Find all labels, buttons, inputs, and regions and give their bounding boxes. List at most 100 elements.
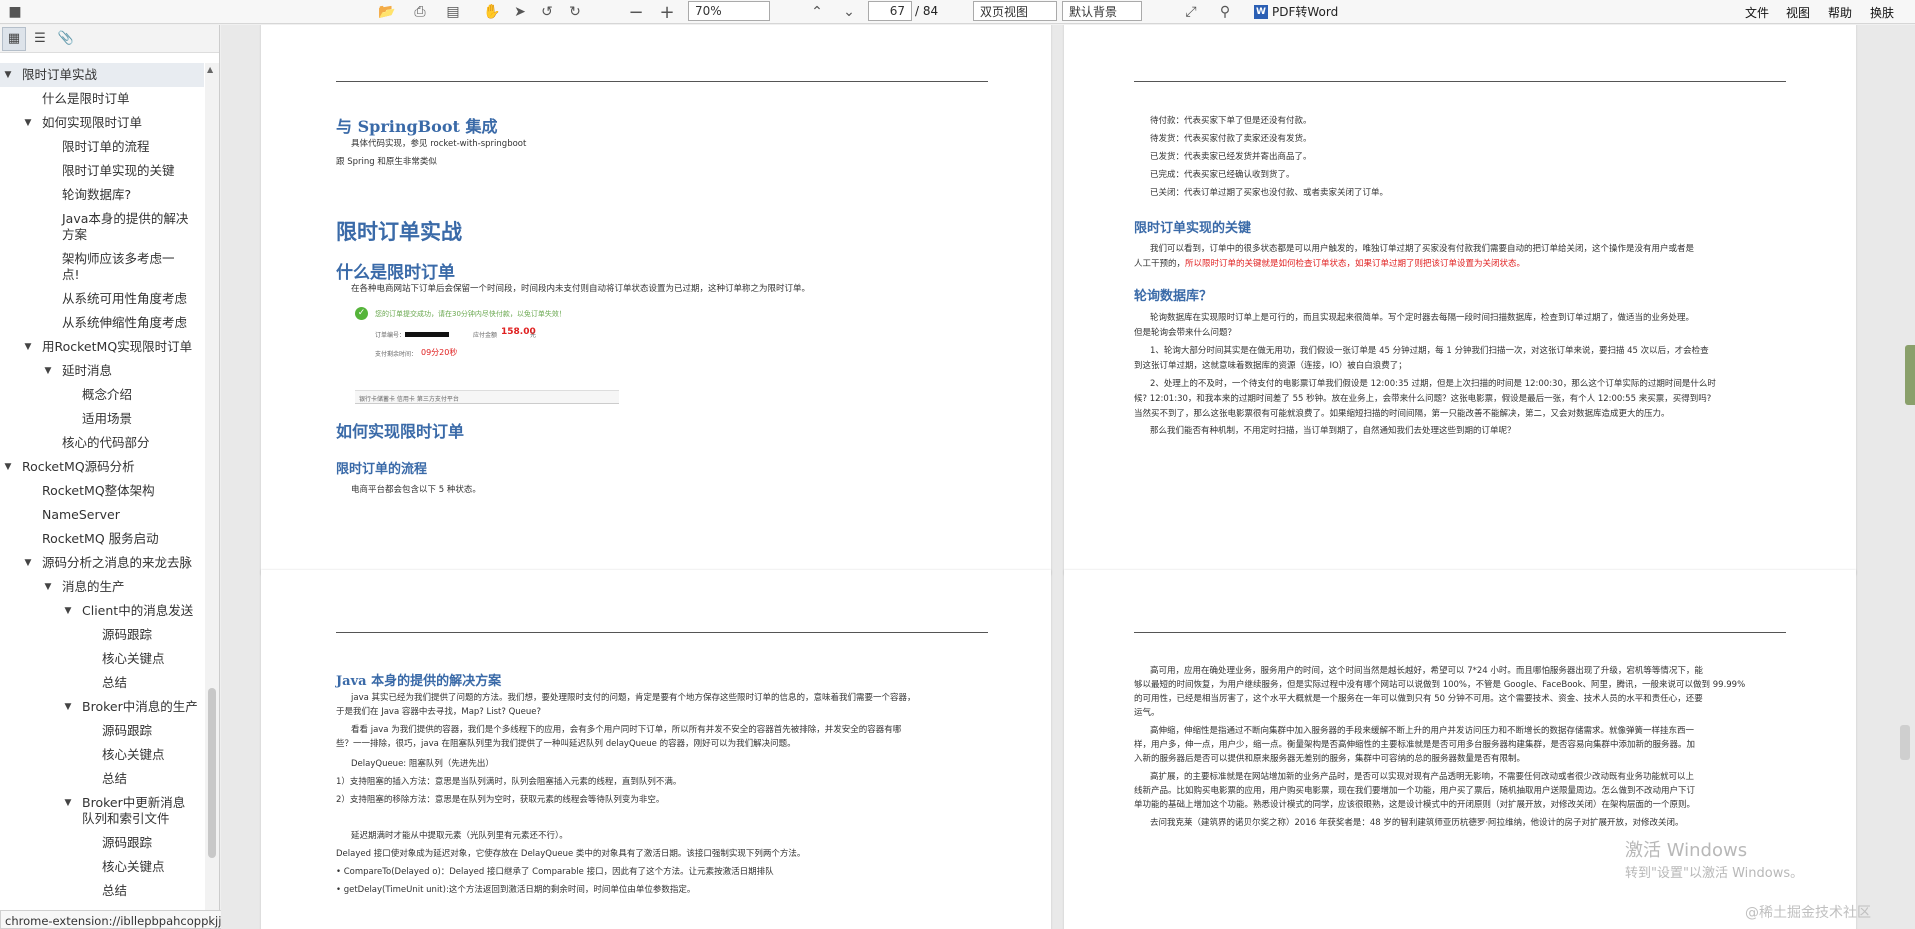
next-page-icon[interactable]: ⌄ [838, 1, 860, 23]
fullscreen-icon[interactable]: ⤢ [1180, 1, 1202, 23]
outline-item[interactable]: ▼ 延时消息 [0, 359, 204, 383]
page-rule [336, 632, 988, 633]
outline-item-label: 概念介绍 [82, 387, 133, 402]
expand-arrow-icon[interactable]: ▼ [22, 111, 34, 135]
document-scroll-thumb[interactable] [1900, 725, 1910, 760]
pay-time-value: 09分20秒 [421, 348, 458, 357]
menu-help[interactable]: 帮助 [1818, 4, 1862, 21]
outline-item[interactable]: 核心关键点 [0, 855, 204, 879]
outline-item-label: 源码跟踪 [102, 723, 153, 738]
document-view[interactable]: 与 SpringBoot 集成 具体代码实现，参见 rocket-with-sp… [221, 25, 1915, 929]
text-line: 够以最短的时间恢复，为用户继续服务，但是实际过程中没有哪个网站可以说做到 100… [1134, 680, 1746, 690]
expand-arrow-icon[interactable]: ▼ [42, 575, 54, 599]
outline-item-label: Broker中消息的生产 [82, 699, 198, 714]
outline-item[interactable]: Java本身的提供的解决方案 [0, 207, 204, 247]
outline-item[interactable]: 核心的代码部分 [0, 431, 204, 455]
expand-arrow-icon[interactable]: ▼ [62, 599, 74, 623]
text-line: 2）支持阻塞的移除方法：意思是在队列为空时，获取元素的线程会等待队列变为非空。 [336, 795, 665, 805]
text-line: 延迟期满时才能从中提取元素（光队列里有元素还不行）。 [351, 831, 568, 841]
zoom-input[interactable]: 70% [688, 1, 770, 21]
outline-item[interactable]: RocketMQ整体架构 [0, 479, 204, 503]
page-number-input[interactable]: 67 [868, 1, 912, 21]
outline-item[interactable]: NameServer [0, 503, 204, 527]
outline-item[interactable]: 源码跟踪 [0, 623, 204, 647]
expand-arrow-icon[interactable]: ▼ [62, 795, 74, 811]
outline-item[interactable]: 核心关键点 [0, 647, 204, 671]
print-icon[interactable]: ⎙ [409, 1, 431, 23]
outline-item[interactable]: ▼ 如何实现限时订单 [0, 111, 204, 135]
outline-item[interactable]: ▼ 消息的生产 [0, 575, 204, 599]
menu-skin[interactable]: 换肤 [1860, 4, 1904, 21]
outline-item[interactable]: 适用场景 [0, 407, 204, 431]
expand-arrow-icon[interactable]: ▼ [2, 455, 14, 479]
menu-file[interactable]: 文件 [1735, 4, 1779, 21]
outline-item[interactable]: 概念介绍 [0, 383, 204, 407]
pdf-to-word-button[interactable]: W PDF转Word [1254, 3, 1338, 20]
outline-item[interactable]: 从系统可用性角度考虑 [0, 287, 204, 311]
outline-item[interactable]: 总结 [0, 879, 204, 903]
text-line: 些？一一排除，很巧，java 在阻塞队列里为我们提供了一种叫延迟队列 delay… [336, 739, 796, 749]
text-line: 1）支持阻塞的插入方法：意思是当队列满时，队列会阻塞插入元素的线程，直到队列不满… [336, 777, 682, 787]
outline-item[interactable]: 架构师应该多考虑一点! [0, 247, 204, 287]
outline-item[interactable]: 什么是限时订单 [0, 87, 204, 111]
open-file-icon[interactable]: 📂 [376, 1, 398, 23]
expand-arrow-icon[interactable]: ▼ [2, 63, 14, 87]
outline-item[interactable]: ▼ Broker中更新消息队列和索引文件 [0, 791, 204, 831]
outline-item[interactable]: 总结 [0, 767, 204, 791]
text-line: 高扩展，的主要标准就是在网站增加新的业务产品时，是否可以实现对现有产品透明无影响… [1150, 772, 1695, 782]
outline-item-label: 总结 [102, 675, 128, 690]
expand-arrow-icon[interactable]: ▼ [22, 335, 34, 359]
outline-item[interactable]: ▼ 限时订单实战 [0, 63, 204, 87]
outline-item-label: 消息的生产 [62, 579, 125, 594]
outline-item[interactable]: ▼ Broker中消息的生产 [0, 695, 204, 719]
menu-view[interactable]: 视图 [1776, 4, 1820, 21]
scroll-up-icon[interactable]: ▲ [207, 65, 213, 74]
hand-tool-icon[interactable]: ✋ [481, 1, 503, 23]
outline-item-label: 核心关键点 [102, 651, 165, 666]
prev-page-icon[interactable]: ⌃ [806, 1, 828, 23]
sidebar-scrollbar[interactable]: ▲ [205, 63, 219, 914]
outline-item-label: RocketMQ整体架构 [42, 483, 155, 498]
side-panel-handle[interactable] [1905, 345, 1915, 405]
outline-item[interactable]: 源码跟踪 [0, 719, 204, 743]
outline-item[interactable]: ▼ 用RocketMQ实现限时订单 [0, 335, 204, 359]
expand-arrow-icon[interactable]: ▼ [62, 695, 74, 719]
outline-item-label: 核心关键点 [102, 859, 165, 874]
thumbnails-tab-icon[interactable]: ▦ [2, 26, 26, 51]
outline-item[interactable]: 源码跟踪 [0, 831, 204, 855]
outline-item[interactable]: ▼ Client中的消息发送 [0, 599, 204, 623]
text-line: java 其实已经为我们提供了问题的方法。我们想，要处理限时支付的问题，肯定是要… [351, 693, 916, 703]
search-icon[interactable]: ⚲ [1214, 1, 1236, 23]
outline-item[interactable]: 核心关键点 [0, 743, 204, 767]
outline-item-label: Client中的消息发送 [82, 603, 194, 618]
view-mode-select[interactable]: 双页视图 [973, 1, 1057, 21]
zoom-out-icon[interactable]: − [625, 1, 647, 23]
order-screenshot: ✓ 您的订单提交成功，请在30分钟内尽快付款，以免订单失效！ 订单编号： 应付金… [355, 307, 615, 402]
save-icon[interactable]: ▤ [442, 1, 464, 23]
heading-flow: 限时订单的流程 [336, 462, 428, 477]
outline-item[interactable]: 限时订单实现的关键 [0, 159, 204, 183]
expand-arrow-icon[interactable]: ▼ [22, 551, 34, 575]
attachments-tab-icon[interactable]: 📎 [54, 27, 78, 51]
rotate-left-icon[interactable]: ↺ [536, 1, 558, 23]
outline-item[interactable]: 限时订单的流程 [0, 135, 204, 159]
outline-item[interactable]: 从系统伸缩性角度考虑 [0, 311, 204, 335]
select-tool-icon[interactable]: ➤ [509, 1, 531, 23]
outline-item-label: Java本身的提供的解决方案 [62, 211, 189, 242]
outline-item[interactable]: 总结 [0, 671, 204, 695]
outline-item[interactable]: RocketMQ 服务启动 [0, 527, 204, 551]
pdf-page-bottom-left: Java 本身的提供的解决方案 java 其实已经为我们提供了问题的方法。我们想… [261, 570, 1051, 929]
outline-item[interactable]: ▼ RocketMQ源码分析 [0, 455, 204, 479]
outline-tab-icon[interactable]: ☰ [28, 27, 52, 51]
sidebar-scroll-thumb[interactable] [208, 688, 216, 858]
rotate-right-icon[interactable]: ↻ [564, 1, 586, 23]
outline-item[interactable]: ▼ 源码分析之消息的来龙去脉 [0, 551, 204, 575]
sidebar-toggle-icon[interactable]: ■ [4, 1, 26, 23]
status-line: 待付款：代表买家下单了但是还没有付款。 [1150, 116, 1312, 126]
background-select[interactable]: 默认背景 [1062, 1, 1142, 21]
outline-item[interactable]: 轮询数据库? [0, 183, 204, 207]
expand-arrow-icon[interactable]: ▼ [42, 359, 54, 383]
pdf-page-top-right: 待付款：代表买家下单了但是还没有付款。 待发货：代表买家付款了卖家还没有发货。 … [1064, 25, 1856, 575]
zoom-in-icon[interactable]: + [656, 1, 678, 23]
text-line: Delayed 接口使对象成为延迟对象，它使存放在 DelayQueue 类中的… [336, 849, 806, 859]
